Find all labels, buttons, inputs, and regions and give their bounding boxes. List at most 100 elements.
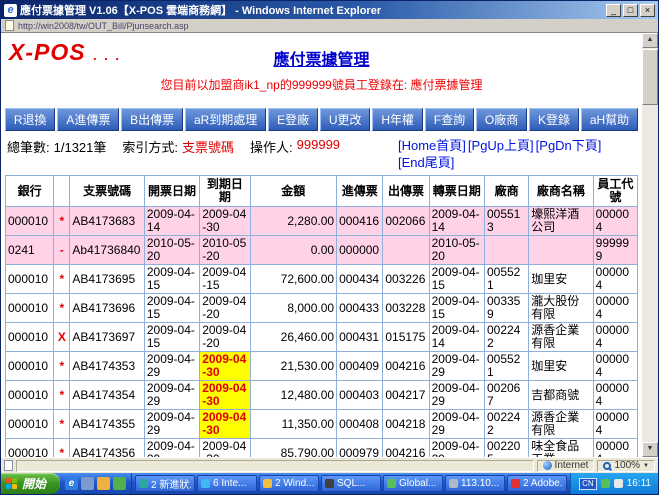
minimize-button[interactable]: _: [606, 4, 621, 17]
zoom-control[interactable]: 100% ▼: [597, 460, 655, 472]
cell-vendor_name: 珈里安: [529, 265, 593, 294]
table-row[interactable]: 000010*AB41736962009-04-152009-04-208,00…: [6, 294, 638, 323]
table-row[interactable]: 000010XAB41736972009-04-152009-04-2026,4…: [6, 323, 638, 352]
cell-check: AB4173696: [70, 294, 144, 323]
address-url[interactable]: http://win2008/tw/OUT_Bill/Pjunsearch.as…: [18, 21, 189, 31]
cell-amount: 0.00: [250, 236, 337, 265]
cell-in_no: 000408: [337, 410, 383, 439]
scroll-down-button[interactable]: ▼: [642, 442, 658, 457]
payable-table: 銀行支票號碼開票日期到期日期金額進傳票出傳票轉票日期廠商廠商名稱員工代號 000…: [5, 175, 638, 457]
scroll-up-button[interactable]: ▲: [642, 33, 658, 48]
toolbar-button-6[interactable]: U更改: [320, 108, 370, 131]
task-item-7[interactable]: 2 Adobe..: [507, 475, 567, 492]
table-row[interactable]: 000010*AB41743542009-04-292009-04-3012,4…: [6, 381, 638, 410]
toolbar-button-8[interactable]: F查詢: [425, 108, 474, 131]
column-header-3: 支票號碼: [70, 176, 144, 207]
cell-in_no: 000979: [337, 439, 383, 458]
task-item-4[interactable]: SQL...: [321, 475, 381, 492]
close-button[interactable]: ×: [640, 4, 655, 17]
operator: 操作人: 999999: [250, 137, 340, 156]
index-mode: 索引方式: 支票號碼: [122, 137, 234, 156]
clock[interactable]: 16:11: [627, 478, 651, 489]
task-item-2[interactable]: 6 Inte...: [197, 475, 257, 492]
cell-vendor_name: 壕熙洋酒公司: [529, 207, 593, 236]
cell-bank: 000010: [6, 323, 54, 352]
cell-vendor_name: 源香企業有限: [529, 410, 593, 439]
cell-check: AB4174355: [70, 410, 144, 439]
table-row[interactable]: 000010*AB41736952009-04-152009-04-1572,6…: [6, 265, 638, 294]
taskbar: 開始 e 2 新進狀..6 Inte...2 Wind...SQL... Glob…: [1, 473, 658, 494]
nav-link-2[interactable]: [PgUp上頁]: [468, 137, 534, 154]
cell-bank: 000010: [6, 265, 54, 294]
index-label: 索引方式:: [122, 137, 178, 156]
page-content: X-POS . . . 應付票據管理 您目前以加盟商ik1_np的999999號…: [1, 33, 642, 457]
cell-vendor_name: 瀧大股份有限: [529, 294, 593, 323]
task-item-label: 113.10...: [461, 478, 499, 489]
operator-label: 操作人:: [250, 137, 293, 156]
folder-quicklaunch-icon[interactable]: [97, 477, 110, 490]
column-header-12: 員工代號: [593, 176, 637, 207]
column-header-5: 到期日期: [200, 176, 250, 207]
task-item-5[interactable]: Global...: [383, 475, 443, 492]
task-item-icon: [325, 479, 334, 488]
start-button[interactable]: 開始: [1, 473, 60, 494]
table-row[interactable]: 0241-Ab417368402010-05-202010-05-200.000…: [6, 236, 638, 265]
cell-due: 2009-04-30: [200, 207, 250, 236]
cell-vendor_name: 珈里安: [529, 352, 593, 381]
cell-check: AB4174356: [70, 439, 144, 458]
nav-link-3[interactable]: [PgDn下頁]: [536, 137, 602, 154]
language-indicator[interactable]: CN: [579, 478, 597, 490]
cell-vendor: [484, 236, 528, 265]
table-body: 000010*AB41736832009-04-142009-04-302,28…: [6, 207, 638, 458]
task-item-1[interactable]: 2 新進狀..: [135, 475, 195, 492]
ie-quicklaunch-icon[interactable]: e: [65, 477, 78, 490]
task-item-3[interactable]: 2 Wind...: [259, 475, 319, 492]
cell-check: Ab41736840: [70, 236, 144, 265]
toolbar-button-5[interactable]: E登廠: [268, 108, 318, 131]
window-title: 應付票據管理 V1.06【X-POS 雲端商務網】 - Windows Inte…: [20, 2, 603, 18]
task-item-label: Global...: [399, 478, 436, 489]
cell-in_no: 000434: [337, 265, 383, 294]
table-row[interactable]: 000010*AB41736832009-04-142009-04-302,28…: [6, 207, 638, 236]
cell-vendor_name: [529, 236, 593, 265]
nav-link-1[interactable]: [Home首頁]: [398, 137, 466, 154]
column-header-7: 進傳票: [337, 176, 383, 207]
nav-link-4[interactable]: [End尾頁]: [398, 154, 454, 171]
table-row[interactable]: 000010*AB41743562009-04-292009-04-3085,7…: [6, 439, 638, 458]
table-row[interactable]: 000010*AB41743532009-04-292009-04-3021,5…: [6, 352, 638, 381]
show-desktop-icon[interactable]: [81, 477, 94, 490]
cell-out_no: 004216: [383, 352, 429, 381]
vertical-scrollbar[interactable]: ▲ ▼: [642, 33, 658, 457]
maximize-button[interactable]: □: [623, 4, 638, 17]
toolbar-button-9[interactable]: O廠商: [476, 108, 527, 131]
shield-tray-icon[interactable]: [601, 479, 610, 488]
toolbar-button-2[interactable]: A進傳票: [57, 108, 119, 131]
logo-dots: . . .: [93, 48, 121, 63]
cell-bank: 000010: [6, 439, 54, 458]
task-item-icon: [263, 479, 272, 488]
scroll-thumb[interactable]: [642, 49, 658, 105]
toolbar-button-3[interactable]: B出傳票: [121, 108, 183, 131]
task-item-6[interactable]: 113.10...: [445, 475, 505, 492]
toolbar-button-11[interactable]: aH幫助: [581, 108, 638, 131]
cell-amount: 2,280.00: [250, 207, 337, 236]
toolbar-button-4[interactable]: aR到期處理: [185, 108, 266, 131]
media-quicklaunch-icon[interactable]: [113, 477, 126, 490]
table-row[interactable]: 000010*AB41743552009-04-292009-04-3011,3…: [6, 410, 638, 439]
cell-open: 2009-04-14: [144, 207, 199, 236]
cell-emp: 000004: [593, 352, 637, 381]
toolbar-button-10[interactable]: K登錄: [529, 108, 579, 131]
globe-icon: [543, 461, 552, 470]
cell-vendor: 005513: [484, 207, 528, 236]
toolbar-button-1[interactable]: R退換: [5, 108, 55, 131]
cell-emp: 000004: [593, 381, 637, 410]
scroll-track[interactable]: [642, 105, 658, 442]
volume-tray-icon[interactable]: [614, 479, 623, 488]
cell-check: AB4174353: [70, 352, 144, 381]
toolbar-button-7[interactable]: H年權: [372, 108, 422, 131]
column-header-1: 銀行: [6, 176, 54, 207]
cell-emp: 000004: [593, 207, 637, 236]
ie-title-icon: e: [4, 4, 17, 17]
cell-due: 2009-04-30: [200, 352, 250, 381]
cell-emp: 000004: [593, 439, 637, 458]
